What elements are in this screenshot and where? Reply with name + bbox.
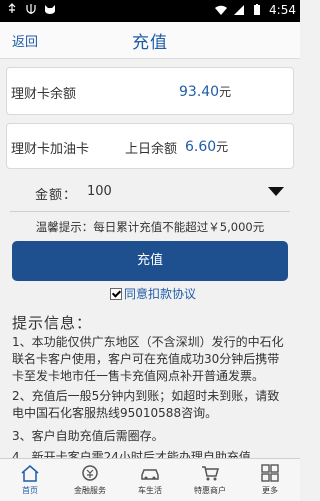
shop-icon (202, 466, 219, 481)
recharge-tip: 温馨提示：每日累计充值不能超过￥5,000元 (35, 220, 265, 234)
notice-item: 3、客户自助充值后需圈存。 (12, 429, 164, 443)
amount-select[interactable]: 100 (87, 184, 112, 199)
tab-car[interactable]: 车生活 (120, 459, 180, 501)
balance-value: 93.40 (179, 84, 220, 100)
more-icon (261, 464, 279, 482)
agreement-row[interactable]: 同意扣款协议 (110, 285, 196, 302)
home-icon (21, 465, 39, 482)
psi-icon (26, 4, 36, 14)
balance-card: 理财卡余额 93.40元 (6, 67, 294, 115)
tab-more[interactable]: 更多 (240, 459, 300, 501)
page-title: 充值 (132, 33, 168, 53)
balance-unit: 元 (219, 85, 232, 99)
nav-bar: 返回 充值 (0, 22, 300, 59)
notice-item: 1、本功能仅供广东地区（不含深圳）发行的中石化联名卡客户使用，客户可在充值成功3… (12, 335, 284, 383)
amount-label: 金额： (35, 188, 78, 203)
tab-home[interactable]: 首页 (0, 459, 60, 501)
finance-icon (82, 465, 98, 481)
cat-icon (45, 5, 55, 14)
tab-shops[interactable]: 特惠商户 (180, 459, 240, 501)
amount-divider (10, 211, 290, 212)
tab-finance[interactable]: 金融服务 (60, 459, 120, 501)
fuel-card-label: 理财卡加油卡 (11, 142, 90, 157)
battery-icon (254, 4, 261, 15)
fuel-card: 理财卡加油卡 上日余额 6.60元 (6, 123, 294, 169)
fuel-card-sublabel: 上日余额 (125, 142, 178, 157)
fuel-card-unit: 元 (216, 140, 229, 154)
dropdown-arrow-icon[interactable] (268, 187, 284, 197)
agreement-link[interactable]: 同意扣款协议 (124, 285, 196, 302)
tab-bar: 首页 金融服务 车生活 特惠商户 更多 (0, 458, 300, 501)
balance-value-wrap: 93.40元 (179, 83, 231, 100)
balance-label: 理财卡余额 (11, 87, 77, 102)
status-time: 4:54 (269, 3, 296, 17)
recharge-button[interactable]: 充值 (12, 241, 288, 281)
car-icon (141, 469, 159, 480)
agreement-checkbox[interactable] (110, 287, 122, 300)
status-bar: 4:54 (0, 0, 300, 22)
tab-label: 金融服务 (74, 486, 106, 495)
usb-icon (8, 3, 16, 13)
tab-label: 车生活 (138, 486, 162, 495)
wifi-icon (215, 5, 228, 15)
tab-label: 更多 (262, 486, 278, 495)
fuel-card-value-wrap: 6.60元 (185, 138, 228, 155)
notice-item: 2、充值后一般5分钟内到账；如超时未到账，请致电中国石化客服热线95010588… (12, 389, 280, 420)
tab-label: 特惠商户 (194, 486, 226, 495)
fuel-card-value: 6.60 (185, 139, 217, 155)
signal-icon (234, 5, 245, 15)
tab-label: 首页 (22, 486, 38, 495)
notice-title: 提示信息： (12, 314, 93, 332)
